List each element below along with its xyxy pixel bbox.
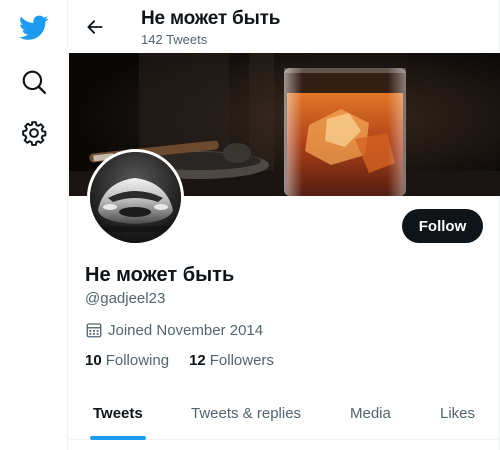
tweet-count: 142 Tweets <box>141 32 208 47</box>
profile-column: Не может быть 142 Tweets Follow Не может… <box>69 0 500 450</box>
left-nav-rail <box>0 0 68 450</box>
profile-tabs: Tweets Tweets & replies Media Likes <box>69 388 500 440</box>
search-icon <box>22 70 47 95</box>
join-date: Joined November 2014 <box>85 320 263 340</box>
arrow-left-icon <box>87 20 103 34</box>
gear-icon <box>22 121 47 146</box>
profile-handle: @gadjeel23 <box>85 290 166 307</box>
tab-tweets-and-replies[interactable]: Tweets & replies <box>191 388 301 439</box>
profile-header-bar: Не может быть 142 Tweets <box>69 0 500 53</box>
following-count: 10 <box>85 352 102 369</box>
following-label: Following <box>105 352 170 369</box>
follow-button[interactable]: Follow <box>402 209 483 243</box>
profile-avatar[interactable] <box>87 149 184 246</box>
followers-link[interactable]: 12 Followers <box>189 352 274 369</box>
followers-label: Followers <box>209 352 274 369</box>
settings-button[interactable] <box>10 109 58 157</box>
twitter-bird-icon <box>19 15 49 40</box>
tab-likes[interactable]: Likes <box>440 388 475 439</box>
follow-counts: 10 Following 12 Followers <box>85 352 294 369</box>
active-tab-indicator <box>90 436 146 440</box>
followers-count: 12 <box>189 352 206 369</box>
twitter-logo-button[interactable] <box>10 4 58 52</box>
following-link[interactable]: 10 Following <box>85 352 169 369</box>
calendar-icon <box>85 321 103 339</box>
profile-display-name: Не может быть <box>85 264 235 286</box>
tab-tweets[interactable]: Tweets <box>93 388 143 439</box>
explore-button[interactable] <box>10 58 58 106</box>
tab-media[interactable]: Media <box>350 388 391 439</box>
join-date-text: Joined November 2014 <box>108 321 264 339</box>
header-title: Не может быть <box>141 8 281 29</box>
back-button[interactable] <box>79 11 111 43</box>
